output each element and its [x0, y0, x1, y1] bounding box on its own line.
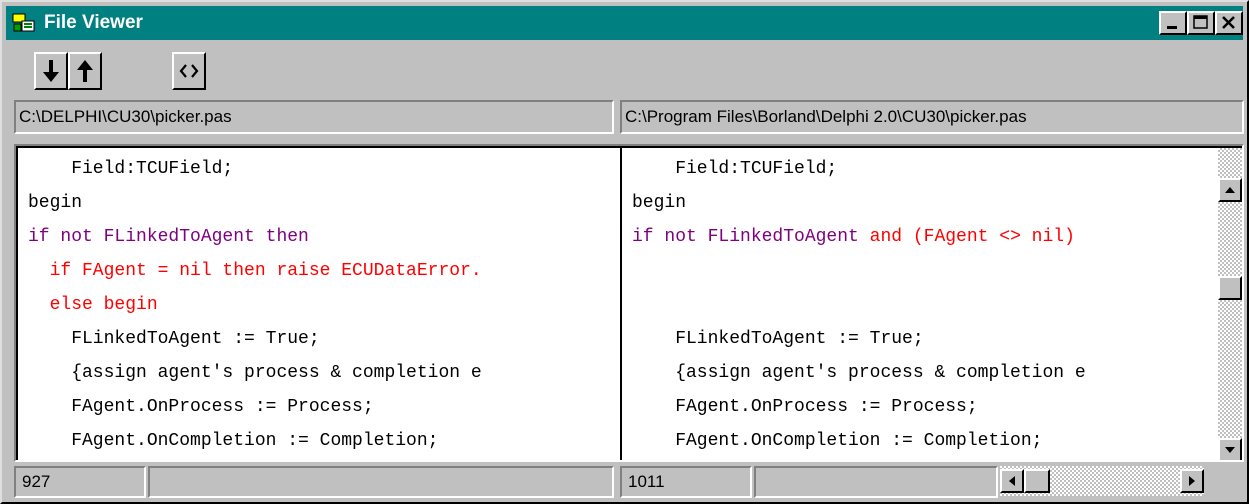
code-line: begin	[632, 186, 686, 220]
code-segment: begin	[632, 193, 687, 213]
code-line: begin	[28, 186, 82, 220]
code-segment: else begin	[28, 295, 158, 315]
code-segment: and (FAgent <> nil)	[869, 227, 1075, 247]
vertical-scroll-thumb[interactable]	[1218, 276, 1242, 300]
right-line-number: 1011	[620, 466, 752, 498]
next-difference-button[interactable]	[34, 52, 68, 90]
maximize-button[interactable]	[1187, 11, 1215, 35]
code-line: FLinkedToAgent := True;	[632, 322, 924, 356]
code-line: FAgent.OnProcess := Process;	[28, 390, 374, 424]
code-segment: Field:TCUField;	[632, 159, 838, 179]
code-segment: if not FLinkedToAgent then	[28, 227, 309, 247]
code-line: Field:TCUField;	[632, 152, 837, 186]
close-button[interactable]	[1215, 11, 1243, 35]
code-segment: FLinkedToAgent := True;	[632, 329, 924, 349]
code-line: FAgent.OnCompletion := Completion;	[632, 424, 1042, 458]
code-line: {assign agent's process & completion e	[632, 356, 1086, 390]
vertical-scrollbar[interactable]	[1218, 148, 1242, 460]
right-file-path: C:\Program Files\Borland\Delphi 2.0\CU30…	[620, 100, 1244, 134]
horizontal-scrollbar[interactable]	[1000, 466, 1204, 496]
scroll-right-icon	[1189, 476, 1195, 486]
code-segment: if not FLinkedToAgent	[632, 227, 870, 247]
code-line: FAgent.OnCompletion := Completion;	[28, 424, 438, 458]
previous-difference-button[interactable]	[68, 52, 102, 90]
code-segment: {assign agent's process & completion e	[28, 363, 482, 383]
file-viewer-window: File Viewer C:\DELPHI\CU30\picker.pas C:…	[0, 0, 1249, 504]
right-status-panel	[754, 466, 998, 498]
scroll-up-icon	[1225, 187, 1235, 193]
code-segment: FAgent.OnCompletion := Completion;	[632, 431, 1043, 451]
left-line-number: 927	[14, 466, 146, 498]
code-segment: FAgent.OnProcess := Process;	[632, 397, 978, 417]
code-segment: Field:TCUField;	[28, 159, 234, 179]
code-line: else begin	[28, 288, 158, 322]
code-segment: if FAgent = nil then raise ECUDataError.	[28, 261, 482, 281]
right-code-pane[interactable]: Field:TCUField; begin if not FLinkedToAgen…	[622, 148, 1216, 460]
file-viewer-app-icon[interactable]	[12, 11, 36, 35]
angle-brackets-icon	[179, 64, 199, 78]
left-status-panel	[148, 466, 614, 498]
scroll-left-icon	[1009, 476, 1015, 486]
scroll-right-button[interactable]	[1180, 469, 1204, 493]
left-code-pane[interactable]: Field:TCUField; begin if not FLinkedToAgen…	[18, 148, 622, 460]
code-segment: begin	[28, 193, 83, 213]
minimize-icon	[1167, 26, 1177, 29]
code-line: FAgent.OnProcess := Process;	[632, 390, 978, 424]
code-segment: FAgent.OnProcess := Process;	[28, 397, 374, 417]
close-icon	[1222, 16, 1235, 29]
code-line: if not FLinkedToAgent then	[28, 220, 309, 254]
code-line: Field:TCUField;	[28, 152, 233, 186]
code-line: FLinkedToAgent := True;	[28, 322, 320, 356]
code-segment: FLinkedToAgent := True;	[28, 329, 320, 349]
left-file-path: C:\DELPHI\CU30\picker.pas	[14, 100, 614, 134]
minimize-button[interactable]	[1159, 11, 1187, 35]
compare-button[interactable]	[172, 52, 206, 90]
code-line: if not FLinkedToAgent and (FAgent <> nil…	[632, 220, 1075, 254]
arrow-up-icon	[77, 60, 93, 82]
code-segment: {assign agent's process & completion e	[632, 363, 1086, 383]
code-segment: FAgent.OnCompletion := Completion;	[28, 431, 439, 451]
scroll-left-button[interactable]	[1000, 469, 1024, 493]
title-bar[interactable]: File Viewer	[6, 6, 1243, 40]
code-compare-area: Field:TCUField; begin if not FLinkedToAgen…	[14, 144, 1244, 462]
code-line: {assign agent's process & completion e	[28, 356, 482, 390]
scroll-up-button[interactable]	[1218, 178, 1242, 202]
horizontal-scroll-thumb[interactable]	[1024, 469, 1050, 493]
scroll-down-icon	[1225, 447, 1235, 453]
window-title: File Viewer	[44, 12, 143, 33]
code-line: if FAgent = nil then raise ECUDataError.	[28, 254, 482, 288]
arrow-down-icon	[43, 60, 59, 82]
scroll-down-button[interactable]	[1218, 438, 1242, 460]
maximize-icon	[1193, 15, 1208, 29]
